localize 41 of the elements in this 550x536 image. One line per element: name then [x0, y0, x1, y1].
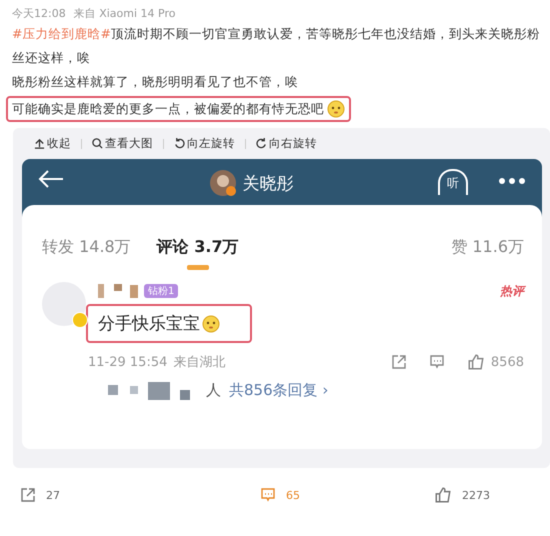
replies-link[interactable]: 共856条回复 › — [229, 381, 328, 400]
emoji-icon — [327, 100, 345, 118]
image-tool-button[interactable]: 向右旋转 — [256, 136, 317, 151]
upload-arrow-icon — [34, 138, 45, 149]
post-paragraph: #压力给到鹿晗#顶流时期不顾一切官宣勇敢认爱，苦等晓彤七年也没结婚，到头来关晓彤粉丝还这样，唉 — [12, 25, 541, 67]
topic-link[interactable]: #压力给到鹿晗# — [12, 26, 111, 41]
back-arrow-icon — [38, 169, 64, 189]
post-source: 来自 Xiaomi 14 Pro — [74, 6, 176, 20]
listen-button[interactable]: 听 — [438, 169, 468, 195]
replier-text: 人 — [206, 381, 221, 400]
fan-badge: 钻粉1 — [144, 284, 178, 298]
search-icon — [92, 138, 103, 149]
post-paragraph: 晓彤粉丝这样就算了，晓彤明明看见了也不管，唉 — [12, 73, 299, 91]
post-paragraph: 可能确实是鹿晗爱的更多一点，被偏爱的都有恃无恐吧 — [12, 100, 324, 118]
comment-icon — [260, 487, 276, 503]
tab[interactable]: 评论 3.7万 — [156, 237, 239, 268]
share-icon — [390, 354, 407, 370]
account-name: 关晓彤 — [242, 172, 294, 194]
tab[interactable]: 转发 14.8万 — [42, 237, 131, 268]
blurred-name-drawing — [98, 284, 140, 298]
hot-comment-label: 热评 — [500, 282, 524, 300]
comment-text: 分手快乐宝宝 — [98, 313, 200, 335]
like-count: 8568 — [490, 354, 524, 370]
more-icon[interactable] — [498, 177, 526, 185]
thumbs-up-icon — [434, 486, 452, 504]
image-tool-button[interactable]: 查看大图 — [92, 136, 153, 151]
rotate-left-icon — [174, 138, 185, 149]
comment-location: 来自湖北 — [173, 354, 226, 371]
action-button[interactable]: 2273 — [366, 486, 490, 504]
image-tool-button[interactable]: 收起 — [34, 136, 71, 151]
comment-time: 11-29 15:54 — [88, 354, 168, 370]
comment-icon — [428, 354, 445, 370]
post-time: 今天12:08 — [12, 6, 66, 20]
action-button[interactable]: 27 — [20, 486, 194, 504]
share-icon — [20, 487, 36, 503]
thumbs-up-icon — [466, 353, 485, 371]
tab[interactable]: 赞 11.6万 — [451, 237, 524, 268]
rotate-right-icon — [256, 138, 267, 149]
user-avatar — [42, 282, 86, 326]
image-tool-button[interactable]: 向左旋转 — [174, 136, 235, 151]
avatar-icon — [208, 169, 236, 197]
